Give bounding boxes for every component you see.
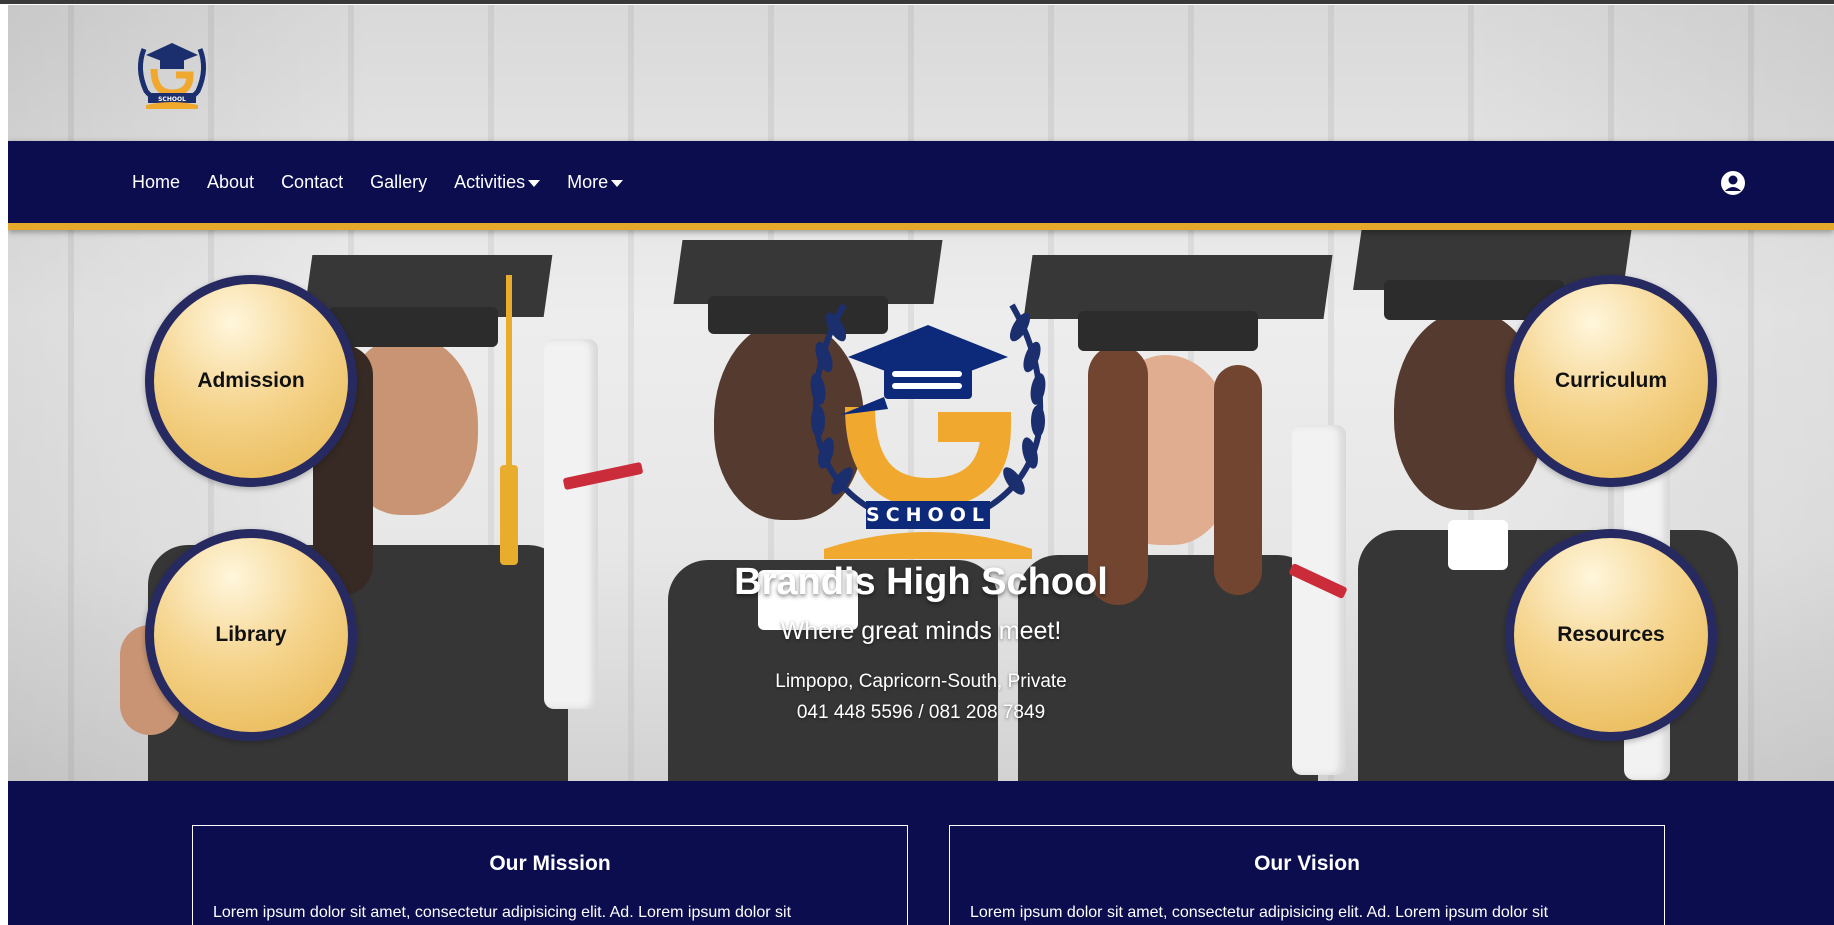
resources-label: Resources: [1557, 623, 1665, 646]
mission-title: Our Mission: [489, 852, 611, 875]
library-button[interactable]: Library: [145, 529, 357, 741]
school-phone: 041 448 5596 / 081 208 7849: [796, 702, 1046, 723]
nav-more-label: More: [567, 171, 609, 192]
logo-small-label: SCHOOL: [158, 96, 186, 103]
nav-activities-label: Activities: [454, 171, 526, 192]
curriculum-label: Curriculum: [1554, 369, 1667, 392]
browser-left-border: [0, 4, 8, 925]
school-logo-icon[interactable]: SCHOOL: [132, 35, 212, 111]
page: SCHOOL Home About Contact Gallery Activi…: [8, 5, 1834, 925]
emblem-label: SCHOOL: [866, 504, 990, 526]
admission-label: Admission: [197, 369, 305, 392]
mission-card: Our Mission Lorem ipsum dolor sit amet, …: [192, 825, 908, 925]
laurel-left: [810, 303, 870, 510]
browser-top-border: [0, 0, 1834, 4]
mission-vision-section: Our Mission Lorem ipsum dolor sit amet, …: [8, 781, 1834, 925]
nav-contact-label: Contact: [281, 171, 344, 192]
nav-about-label: About: [207, 171, 255, 192]
mission-text: Lorem ipsum dolor sit amet, consectetur …: [213, 904, 792, 921]
nav-links: Home About Contact Gallery Activities Mo…: [132, 141, 650, 223]
nav-home[interactable]: Home: [132, 172, 180, 193]
nav-home-label: Home: [132, 171, 181, 192]
admission-button[interactable]: Admission: [145, 275, 357, 487]
tagline: Where great minds meet!: [780, 617, 1062, 645]
vision-card: Our Vision Lorem ipsum dolor sit amet, c…: [949, 825, 1665, 925]
school-emblem-icon: SCHOOL: [810, 303, 1046, 559]
nav-about[interactable]: About: [207, 172, 254, 193]
vision-title: Our Vision: [1254, 852, 1360, 875]
user-circle-icon[interactable]: [1720, 170, 1746, 196]
curriculum-button[interactable]: Curriculum: [1505, 275, 1717, 487]
main-navbar: Home About Contact Gallery Activities Mo…: [8, 141, 1834, 230]
header-top: SCHOOL: [8, 5, 1834, 141]
library-label: Library: [215, 623, 287, 646]
nav-contact[interactable]: Contact: [281, 172, 343, 193]
vision-text: Lorem ipsum dolor sit amet, consectetur …: [970, 904, 1549, 921]
nav-gallery[interactable]: Gallery: [370, 172, 427, 193]
caret-down-icon: [611, 179, 624, 187]
nav-gallery-label: Gallery: [370, 171, 428, 192]
caret-down-icon: [528, 179, 541, 187]
nav-more-dropdown[interactable]: More: [567, 171, 624, 193]
resources-button[interactable]: Resources: [1505, 529, 1717, 741]
school-location: Limpopo, Capricorn-South, Private: [775, 671, 1067, 692]
school-name: Brandis High School: [734, 561, 1108, 603]
nav-activities-dropdown[interactable]: Activities: [454, 171, 541, 193]
